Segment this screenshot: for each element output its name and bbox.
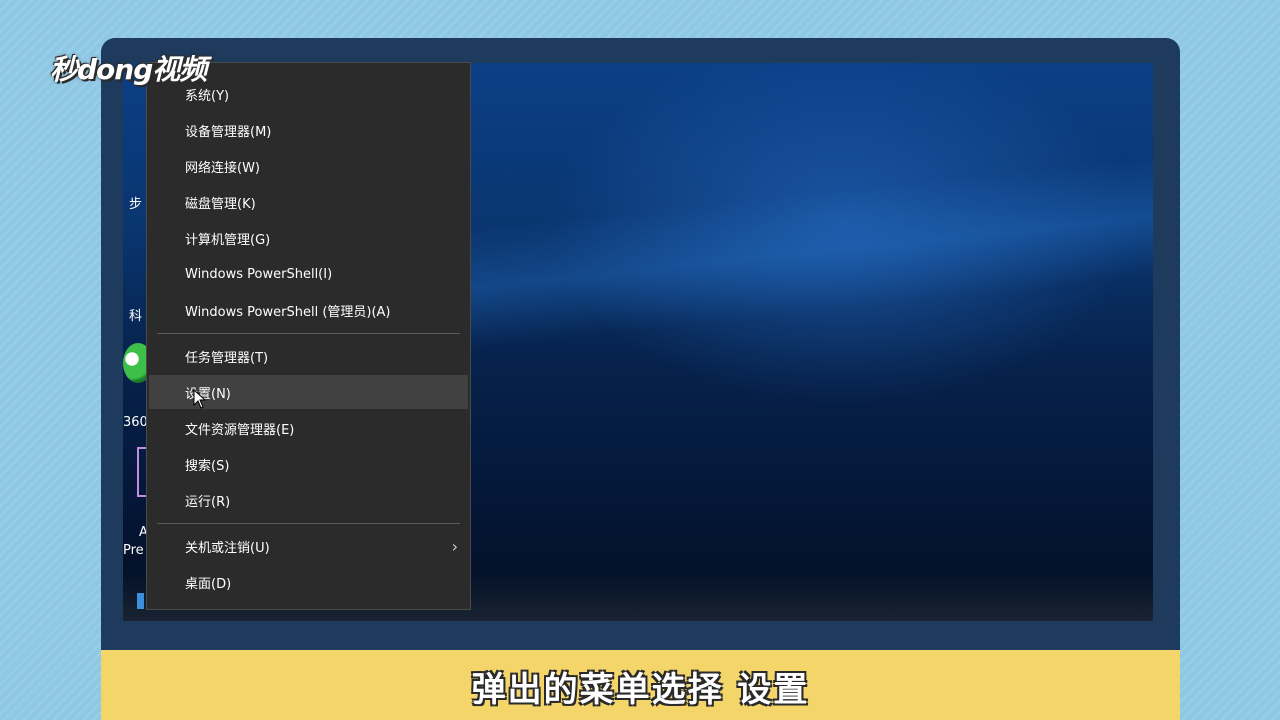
menu-item-label: 网络连接(W)	[185, 160, 260, 176]
menu-item-device-manager[interactable]: 设备管理器(M)	[149, 113, 468, 147]
menu-item-disk-management[interactable]: 磁盘管理(K)	[149, 185, 468, 219]
menu-item-label: 运行(R)	[185, 494, 231, 510]
menu-item-label: Windows PowerShell (管理员)(A)	[185, 304, 391, 320]
menu-item-label: 关机或注销(U)	[185, 540, 270, 556]
menu-item-powershell[interactable]: Windows PowerShell(I)	[149, 257, 468, 291]
subtitle-text: 弹出的菜单选择 设置	[471, 670, 810, 710]
menu-separator	[157, 523, 460, 524]
menu-item-label: 磁盘管理(K)	[185, 196, 256, 212]
monitor-frame: 步 科 360 A Pre 系统(Y) 设备管理器(M) 网络连接(W) 磁盘管…	[101, 38, 1180, 720]
subtitle-bar: 弹出的菜单选择 设置	[101, 650, 1180, 720]
menu-item-desktop[interactable]: 桌面(D)	[149, 565, 468, 599]
menu-item-run[interactable]: 运行(R)	[149, 483, 468, 517]
menu-item-label: 计算机管理(G)	[185, 232, 271, 248]
desktop-icon-label-5[interactable]: Pre	[123, 543, 144, 558]
menu-item-label: 搜索(S)	[185, 458, 230, 474]
desktop-icon-label-1[interactable]: 步	[129, 193, 142, 212]
menu-item-file-explorer[interactable]: 文件资源管理器(E)	[149, 411, 468, 445]
desktop-icon-label-3[interactable]: 360	[123, 415, 148, 430]
menu-item-computer-management[interactable]: 计算机管理(G)	[149, 221, 468, 255]
menu-separator	[157, 333, 460, 334]
menu-item-shutdown-signout[interactable]: 关机或注销(U) ›	[149, 529, 468, 563]
desktop-icon-label-2[interactable]: 科	[129, 305, 142, 324]
menu-item-task-manager[interactable]: 任务管理器(T)	[149, 339, 468, 373]
winx-context-menu: 系统(Y) 设备管理器(M) 网络连接(W) 磁盘管理(K) 计算机管理(G) …	[146, 62, 471, 610]
brand-logo: 秒dong视频	[50, 53, 207, 86]
menu-item-label: 设置(N)	[185, 386, 231, 402]
menu-item-label: 任务管理器(T)	[185, 350, 269, 366]
menu-item-label: Windows PowerShell(I)	[185, 266, 333, 282]
menu-item-powershell-admin[interactable]: Windows PowerShell (管理员)(A)	[149, 293, 468, 327]
menu-item-network-connections[interactable]: 网络连接(W)	[149, 149, 468, 183]
chevron-right-icon: ›	[451, 537, 458, 556]
menu-item-label: 文件资源管理器(E)	[185, 422, 295, 438]
menu-item-label: 桌面(D)	[185, 576, 232, 592]
menu-item-search[interactable]: 搜索(S)	[149, 447, 468, 481]
menu-item-label: 设备管理器(M)	[185, 124, 272, 140]
